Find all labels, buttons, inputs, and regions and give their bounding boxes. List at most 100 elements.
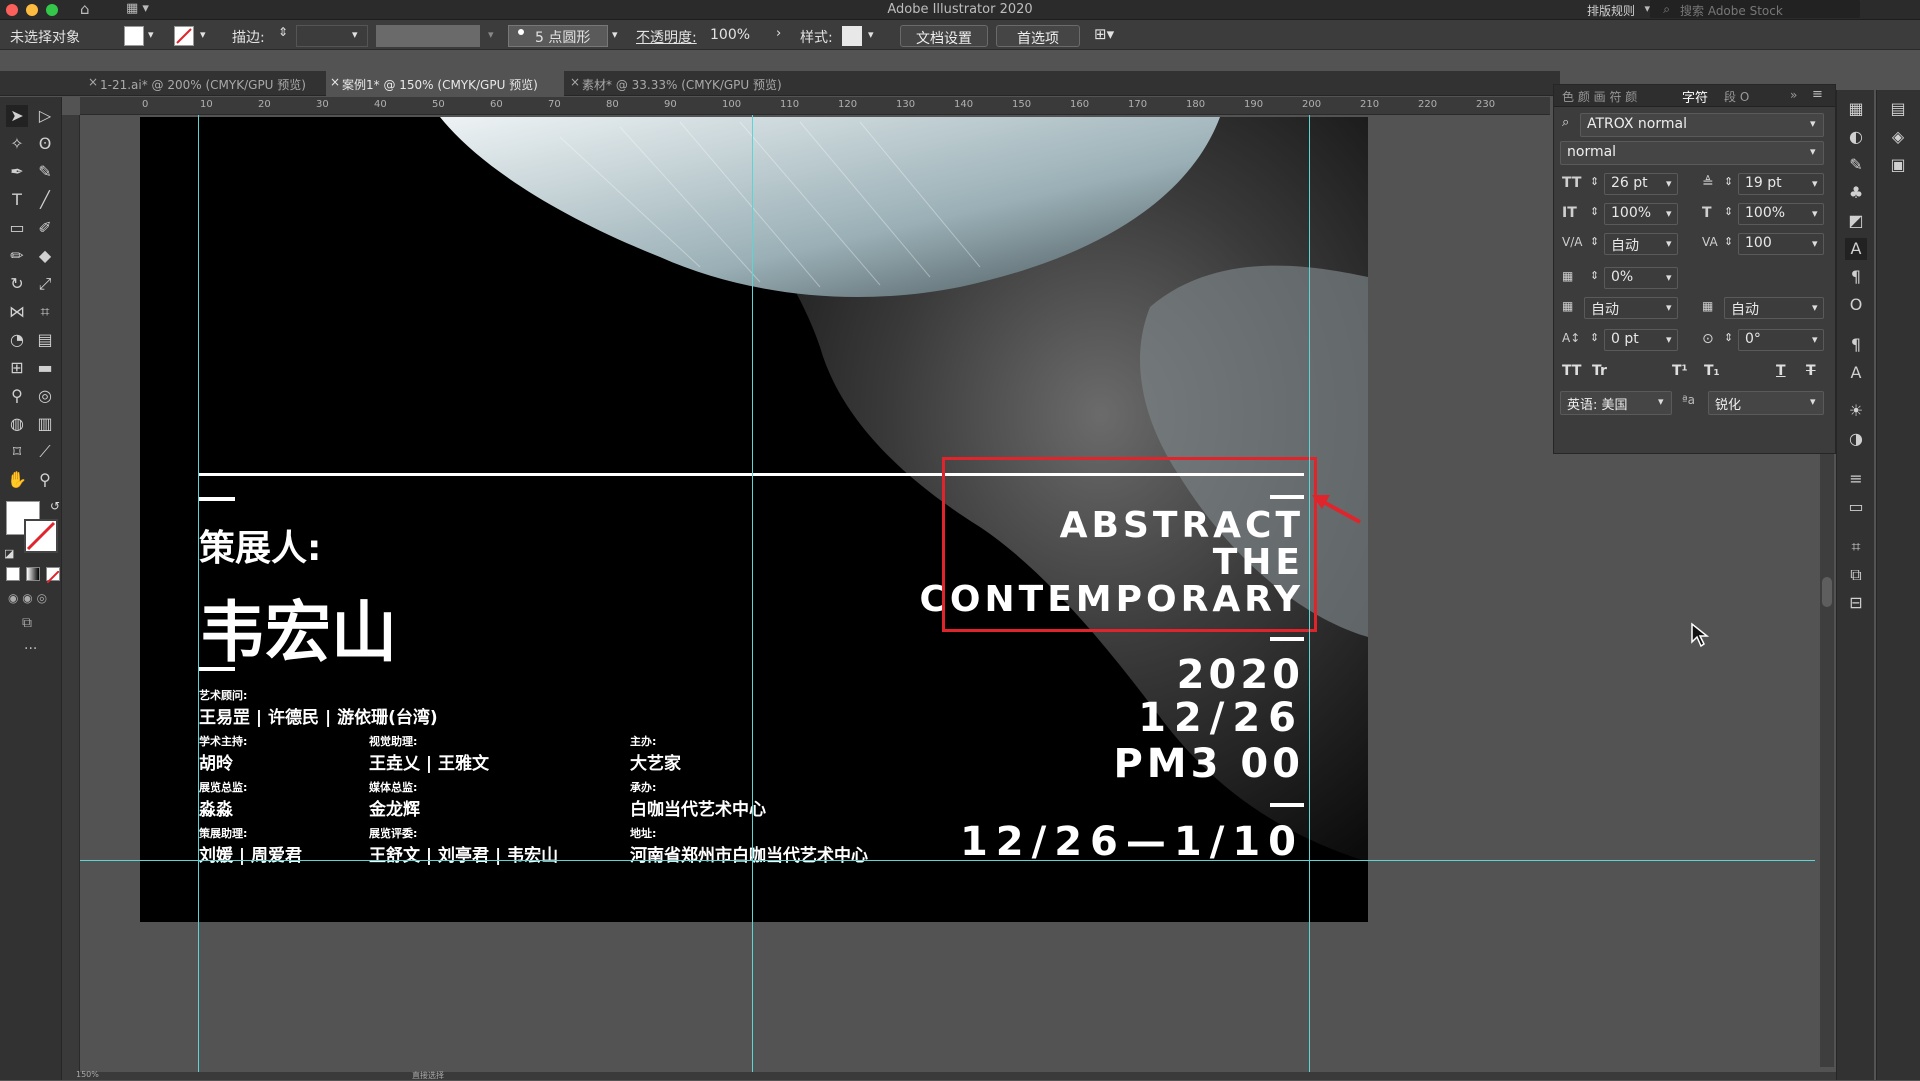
brush-definition[interactable]: 5 点圆形 [508, 25, 608, 47]
blend-tool-icon[interactable]: ◎ [34, 385, 56, 407]
eyedropper-icon[interactable]: ⚲ [6, 385, 28, 407]
all-caps-icon[interactable]: TT [1562, 363, 1581, 379]
document-setup-button[interactable]: 文档设置 [900, 25, 988, 47]
antialias-dropdown[interactable]: 锐化 [1708, 391, 1824, 415]
workspace-label[interactable]: 排版规则 [1587, 2, 1635, 19]
chevron-down-icon[interactable]: ▾ [1812, 207, 1818, 220]
chevron-down-icon[interactable]: ▾ [1810, 395, 1816, 408]
guide-vertical[interactable] [752, 115, 753, 1075]
gradient-tool-icon[interactable]: ▬ [34, 357, 56, 379]
symbol-sprayer-icon[interactable]: ◍ [6, 413, 28, 435]
panel-expand-icon[interactable]: » [1790, 88, 1797, 102]
default-colors-icon[interactable]: ◪ [4, 547, 14, 560]
panel-menu-icon[interactable]: ≡ [1812, 87, 1823, 102]
align-icon[interactable]: ⊟ [1845, 592, 1867, 614]
properties-icon[interactable]: ▤ [1887, 98, 1909, 120]
guide-vertical[interactable] [198, 115, 199, 1075]
chevron-down-icon[interactable]: ▾ [1666, 333, 1672, 346]
fill-swatch[interactable] [124, 26, 144, 46]
slice-tool-icon[interactable]: ⟋ [34, 441, 56, 463]
mesh-tool-icon[interactable]: ⊞ [6, 357, 28, 379]
chevron-right-icon[interactable]: › [776, 26, 781, 41]
opentype-icon[interactable]: O [1845, 294, 1867, 316]
stroke-panel-icon[interactable]: ≡ [1845, 468, 1867, 490]
preferences-button[interactable]: 首选项 [996, 25, 1080, 47]
libraries-icon[interactable]: ▣ [1887, 154, 1909, 176]
column-graph-icon[interactable]: ▥ [34, 413, 56, 435]
graphic-style-swatch[interactable] [842, 26, 862, 46]
stepper-icon[interactable]: ⇕ [1724, 331, 1733, 344]
chevron-down-icon[interactable]: ▾ [148, 28, 154, 41]
guide-horizontal[interactable] [80, 860, 1815, 861]
aki-right-field[interactable]: 自动 [1724, 297, 1824, 319]
paintbrush-icon[interactable]: ✐ [34, 217, 56, 239]
swap-colors-icon[interactable]: ↺ [50, 499, 60, 513]
drawing-mode-icon[interactable]: ◉ ◉ ◎ [8, 591, 47, 605]
subscript-icon[interactable]: T₁ [1704, 363, 1720, 379]
tab-document-3[interactable]: × 素材* @ 33.33% (CMYK/GPU 预览) [566, 71, 796, 96]
type-tool-icon[interactable]: T [6, 189, 28, 211]
stroke-color-swatch[interactable] [24, 519, 58, 553]
superscript-icon[interactable]: T¹ [1672, 363, 1688, 379]
scale-tool-icon[interactable]: ⤢ [34, 273, 56, 295]
perspective-grid-icon[interactable]: ▤ [34, 329, 56, 351]
stepper-icon[interactable]: ⇕ [1724, 235, 1733, 248]
character-panel-icon[interactable]: A [1845, 238, 1867, 260]
eraser-icon[interactable]: ◆ [34, 245, 56, 267]
chevron-down-icon[interactable]: ▾ [1666, 207, 1672, 220]
curvature-tool-icon[interactable]: ✎ [34, 161, 56, 183]
width-tool-icon[interactable]: ⋈ [6, 301, 28, 323]
chevron-down-icon[interactable]: ▾ [352, 28, 358, 41]
vertical-ruler[interactable] [62, 115, 80, 1075]
gradient-panel-icon[interactable]: ▭ [1845, 496, 1867, 518]
arrange-documents-icon[interactable]: ⊞▾ [1094, 25, 1114, 43]
chevron-down-icon[interactable]: ▾ [612, 28, 618, 41]
magic-wand-icon[interactable]: ✧ [6, 133, 28, 155]
chevron-down-icon[interactable]: ▾ [1666, 271, 1672, 284]
strikethrough-icon[interactable]: T [1806, 363, 1816, 379]
chevron-down-icon[interactable]: ▾ [1812, 237, 1818, 250]
stock-search-input[interactable]: 搜索 Adobe Stock [1650, 0, 1860, 18]
font-style-dropdown[interactable]: normal [1560, 141, 1824, 165]
line-tool-icon[interactable]: ╱ [34, 189, 56, 211]
transparency-icon[interactable]: ◑ [1845, 428, 1867, 450]
stepper-icon[interactable]: ⇕ [1590, 331, 1599, 344]
stepper-icon[interactable]: ⇕ [1724, 175, 1733, 188]
rotate-tool-icon[interactable]: ↻ [6, 273, 28, 295]
chevron-down-icon[interactable]: ▾ [1658, 395, 1664, 408]
chevron-down-icon[interactable]: ▾ [1666, 237, 1672, 250]
color-guide-icon[interactable]: ◐ [1845, 126, 1867, 148]
none-mode-icon[interactable] [46, 567, 60, 584]
stepper-icon[interactable]: ⇕ [1590, 269, 1599, 282]
tab-document-2[interactable]: × 案例1* @ 150% (CMYK/GPU 预览) [326, 71, 564, 96]
zoom-level[interactable]: 150% [76, 1070, 99, 1079]
rectangle-tool-icon[interactable]: ▭ [6, 217, 28, 239]
transform-icon[interactable]: ⌗ [1845, 536, 1867, 558]
aki-left-field[interactable]: 自动 [1584, 297, 1678, 319]
pen-tool-icon[interactable]: ✒ [6, 161, 28, 183]
chevron-down-icon[interactable]: ▾ [200, 28, 206, 41]
symbols-icon[interactable]: ♣ [1845, 182, 1867, 204]
selection-tool-icon[interactable]: ➤ [6, 105, 28, 127]
hand-tool-icon[interactable]: ✋ [6, 469, 28, 491]
artboard-tool-icon[interactable]: ⌑ [6, 441, 28, 463]
appearance-icon[interactable]: ☀ [1845, 400, 1867, 422]
stepper-icon[interactable]: ⇕ [1590, 205, 1599, 218]
graphic-styles-icon[interactable]: ◩ [1845, 210, 1867, 232]
chevron-down-icon[interactable]: ▾ [1812, 301, 1818, 314]
tab-document-1[interactable]: × 1-21.ai* @ 200% (CMYK/GPU 预览) [84, 71, 324, 96]
gradient-mode-icon[interactable] [26, 567, 40, 581]
close-icon[interactable]: × [570, 75, 580, 89]
chevron-down-icon[interactable]: ▾ [1666, 301, 1672, 314]
character-styles-icon[interactable]: A [1845, 362, 1867, 384]
stepper-icon[interactable]: ⇕ [278, 25, 288, 39]
chevron-down-icon[interactable]: ▾ [1812, 333, 1818, 346]
close-icon[interactable]: × [330, 75, 340, 89]
underline-icon[interactable]: T [1776, 363, 1786, 379]
more-tools-icon[interactable]: ··· [24, 641, 37, 657]
chevron-down-icon[interactable]: ▾ [1666, 177, 1672, 190]
chevron-down-icon[interactable]: ▾ [868, 28, 874, 41]
variable-width-profile[interactable] [376, 25, 480, 47]
opacity-label[interactable]: 不透明度: [636, 27, 697, 47]
panel-tabs-icon[interactable]: 色 颜 画 符 颜 [1562, 88, 1637, 105]
